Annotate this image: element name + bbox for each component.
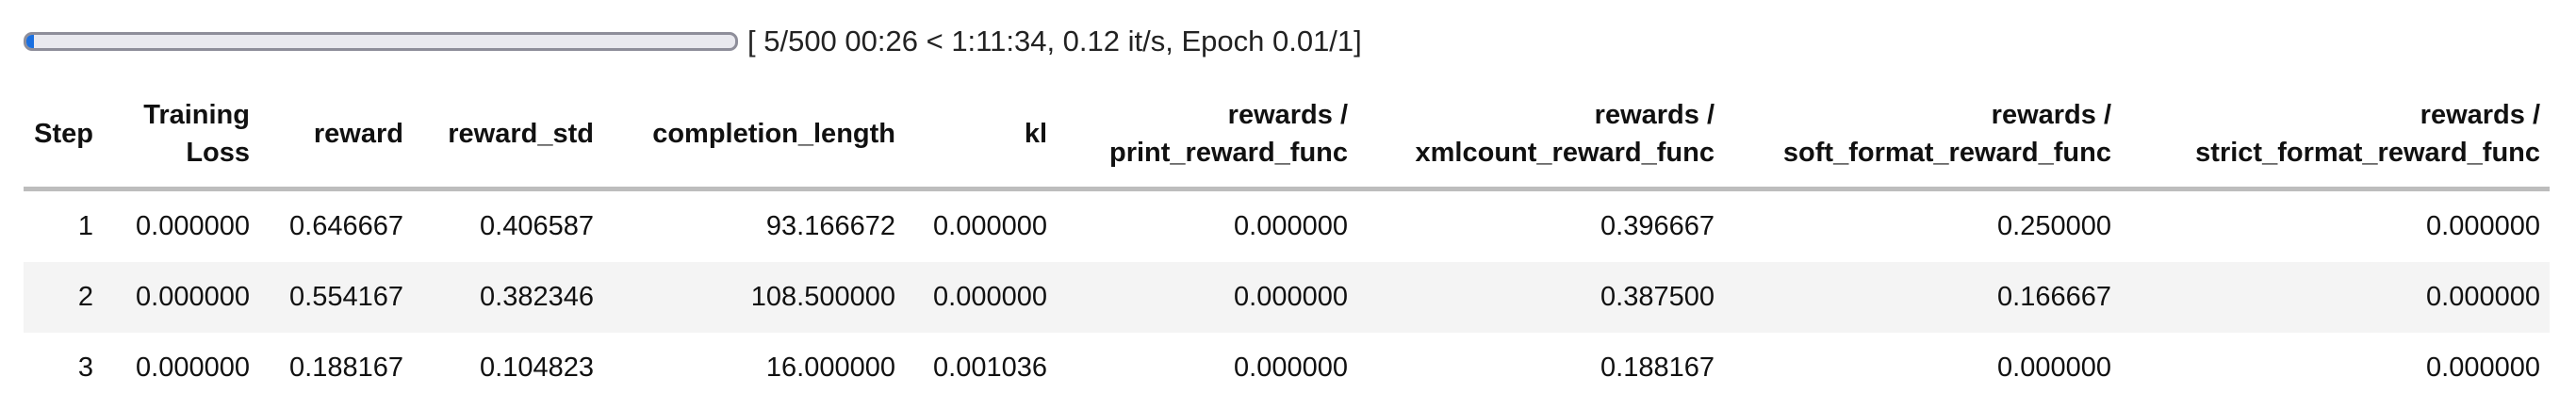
column-header: reward_std xyxy=(413,81,603,191)
column-header: rewards / print_reward_func xyxy=(1057,81,1357,191)
table-cell: 0.000000 xyxy=(1057,262,1357,333)
table-cell: 0.000000 xyxy=(2121,262,2550,333)
table-cell: 0.000000 xyxy=(2426,211,2540,241)
table-cell: 0.000000 xyxy=(103,262,259,333)
progress-status-text: [ 5/500 00:26 < 1:11:34, 0.12 it/s, Epoc… xyxy=(747,25,1362,57)
table-cell: 0.396667 xyxy=(1600,211,1715,241)
column-header: rewards / xmlcount_reward_func xyxy=(1357,81,1724,191)
training-metrics-table: Step Training Loss reward reward_std completi… xyxy=(24,81,2550,403)
table-cell: 0.188167 xyxy=(289,353,403,383)
column-header-line1: kl xyxy=(1024,119,1047,149)
table-cell: 0.382346 xyxy=(413,262,603,333)
table-cell: 2 xyxy=(24,262,103,333)
table-cell: 0.554167 xyxy=(259,262,413,333)
column-header: kl xyxy=(905,81,1057,191)
column-header-line1: rewards / xyxy=(1594,100,1715,130)
column-header-line1: rewards / xyxy=(1991,100,2111,130)
column-header: Training Loss xyxy=(103,81,259,191)
table-row: 1 0.000000 0.646667 0.406587 93.166672 0.0000… xyxy=(24,189,2550,263)
column-header-line1: Step xyxy=(34,119,93,149)
table-cell: 16.000000 xyxy=(765,353,895,383)
table-cell: 0.646667 xyxy=(289,211,403,241)
table-cell: 0.387500 xyxy=(1357,262,1724,333)
column-header-line1: rewards / xyxy=(1227,100,1348,130)
column-header-line2: xmlcount_reward_func xyxy=(1415,138,1715,168)
table-cell: 0.000000 xyxy=(1234,211,1348,241)
table-row: 3 0.000000 0.188167 0.104823 16.000000 0.0010… xyxy=(24,333,2550,403)
table-cell: 0.250000 xyxy=(1997,211,2111,241)
table-cell: 0.000000 xyxy=(136,211,250,241)
column-header-line1: rewards / xyxy=(2420,100,2540,130)
table-cell: 93.166672 xyxy=(765,211,895,241)
table-cell: 0.001036 xyxy=(933,353,1047,383)
table-cell: 0.104823 xyxy=(480,353,594,383)
table-header-row: Step Training Loss reward reward_std completi… xyxy=(24,81,2550,191)
table-cell: 0.000000 xyxy=(905,262,1057,333)
table-cell: 0.188167 xyxy=(1600,353,1715,383)
table-cell: 0.000000 xyxy=(1234,353,1348,383)
column-header: completion_length xyxy=(603,81,905,191)
column-header: rewards / strict_format_reward_func xyxy=(2121,81,2550,191)
progress-bar-fill xyxy=(26,35,34,48)
training-progress: [ 5/500 00:26 < 1:11:34, 0.12 it/s, Epoc… xyxy=(24,25,1362,58)
column-header-line1: completion_length xyxy=(652,119,895,149)
table-cell: 108.500000 xyxy=(603,262,905,333)
column-header-line2: Loss xyxy=(186,138,250,168)
column-header-line1: reward xyxy=(313,119,403,149)
table-cell: 0.406587 xyxy=(480,211,594,241)
table-cell: 0.000000 xyxy=(136,353,250,383)
column-header-line2: soft_format_reward_func xyxy=(1782,138,2111,168)
column-header: Step xyxy=(24,81,103,191)
table-cell: 0.000000 xyxy=(1997,353,2111,383)
table-cell: 1 xyxy=(77,211,93,241)
column-header: rewards / soft_format_reward_func xyxy=(1724,81,2121,191)
table-row: 2 0.000000 0.554167 0.382346 108.500000 0.000… xyxy=(24,262,2550,333)
column-header-line2: print_reward_func xyxy=(1109,138,1348,168)
column-header-line1: Training xyxy=(143,100,250,130)
table-cell: 0.000000 xyxy=(2426,353,2540,383)
column-header: reward xyxy=(259,81,413,191)
column-header-line2: strict_format_reward_func xyxy=(2195,138,2540,168)
column-header-line1: reward_std xyxy=(448,119,594,149)
table-cell: 0.000000 xyxy=(933,211,1047,241)
table-cell: 0.166667 xyxy=(1724,262,2121,333)
progress-bar xyxy=(24,32,738,51)
table-cell: 3 xyxy=(77,353,93,383)
